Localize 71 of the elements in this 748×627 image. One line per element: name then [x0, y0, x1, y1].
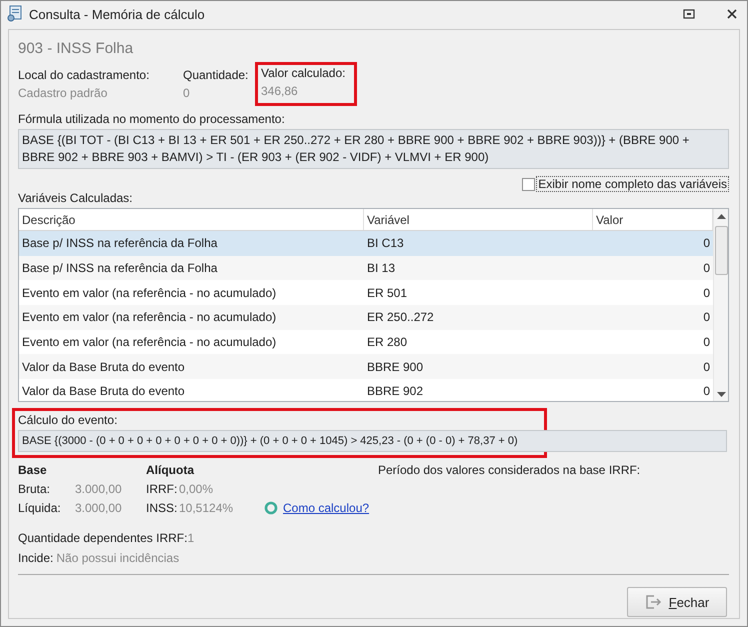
checkbox-box[interactable]	[522, 178, 536, 190]
table-cell-text: Base p/ INSS na referência da Folha	[21, 235, 218, 252]
field-value: 346,86	[261, 84, 299, 98]
table-cell-text: Base p/ INSS na referência da Folha	[21, 260, 218, 278]
field-value: 10,5124%	[179, 501, 234, 515]
table-cell-text: 0	[702, 309, 711, 326]
how-calculated-link[interactable]: Como calculou?	[283, 501, 370, 515]
field-value: 0,00%	[179, 482, 214, 496]
formula-box: BASE {(BI TOT - (BI C13 + BI 13 + ER 501 + ER 250..272 + ER 280 + BBRE 900 + BBRE 902 + BBRE 903))} + (BBRE 900 + BBRE 902 + BBRE 903 + BAMVI) > TI - (ER 903 + (ER 902 - VIDF) + VLMVI + ER 900)	[18, 129, 729, 169]
table-cell-text: BI 13	[366, 260, 396, 278]
period-label: Período dos valores considerados na base IRRF:	[378, 463, 640, 479]
table-cell-text: BBRE 902	[366, 383, 424, 400]
table-cell-text: ER 250..272	[366, 309, 435, 326]
field-value: Não possui incidências	[56, 551, 180, 565]
checkbox-label[interactable]: Exibir nome completo das variáveis	[536, 176, 729, 192]
column-title: Alíquota	[146, 463, 196, 477]
table-cell-text: ER 501	[366, 284, 408, 302]
table-cell-text: Evento em valor (na referência - no acumulado)	[21, 309, 278, 326]
table-cell-text: 0	[702, 383, 711, 400]
calculation-text: BASE {(3000 - (0 + 0 + 0 + 0 + 0 + 0 + 0 + 0))} + (0 + 0 + 0 + 1045) > 425,23 - (0 + (0 - 0) + 78,37 + 0)	[22, 435, 518, 447]
field-label: Bruta:	[18, 482, 52, 496]
scroll-down-icon[interactable]	[716, 392, 726, 397]
record-heading: 903 - INSS Folha	[18, 40, 134, 57]
table-row[interactable]: Evento em valor (na referência - no acumulado) ER 280 0	[19, 330, 713, 354]
table-cell-text: Valor da Base Bruta do evento	[21, 358, 186, 376]
scrollbar[interactable]	[713, 209, 728, 401]
field-label: INSS:	[146, 501, 178, 515]
field-value: 3.000,00	[75, 482, 122, 496]
table-cell-text: BI C13	[366, 235, 405, 252]
table-cell-text: 0	[702, 260, 711, 278]
table-cell-text: Valor da Base Bruta do evento	[21, 383, 186, 400]
scroll-thumb[interactable]	[714, 226, 728, 275]
field-value: Cadastro padrão	[18, 86, 108, 100]
window-title: Consulta - Memória de cálculo	[29, 6, 205, 22]
table-cell-text: ER 280	[366, 334, 408, 352]
field-label: Incide:	[18, 551, 54, 565]
column-header[interactable]: Variável	[364, 209, 593, 230]
table-cell-text: Evento em valor (na referência - no acumulado)	[21, 284, 278, 302]
table-cell-text: 0	[702, 358, 711, 376]
table-cell-text: 0	[702, 334, 711, 352]
field-value: 3.000,00	[75, 501, 122, 515]
section-label: Variáveis Calculadas:	[18, 191, 134, 205]
field-value: 1	[187, 531, 194, 545]
column-header[interactable]: Descrição	[19, 209, 364, 230]
field-value: 0	[183, 86, 191, 100]
field-label: Quantidade dependentes IRRF:	[18, 531, 188, 545]
field-label: Local do cadastramento:	[18, 68, 150, 82]
close-icon[interactable]	[727, 9, 737, 19]
table-row[interactable]: Base p/ INSS na referência da Folha BI C13 0	[19, 231, 713, 256]
restore-icon[interactable]	[683, 9, 695, 19]
field-label: Valor calculado:	[261, 66, 346, 80]
table-cell-text: BBRE 900	[366, 358, 424, 376]
field-label: Líquida:	[18, 501, 62, 515]
calculation-label: Cálculo do evento:	[18, 413, 118, 427]
close-button[interactable]: Fechar	[627, 587, 727, 617]
column-title: Base	[18, 463, 48, 477]
exit-icon	[644, 594, 663, 610]
field-label: Quantidade:	[183, 68, 250, 82]
field-label: IRRF:	[146, 482, 178, 496]
table-row[interactable]: Valor da Base Bruta do evento BBRE 902 0	[19, 379, 713, 404]
table-row[interactable]: Valor da Base Bruta do evento BBRE 900 0	[19, 354, 713, 380]
table-cell-text: 0	[702, 284, 711, 302]
table-cell-text: Evento em valor (na referência - no acumulado)	[21, 334, 278, 352]
table-row[interactable]: Base p/ INSS na referência da Folha BI 13 0	[19, 256, 713, 280]
table-cell-text: 0	[702, 235, 711, 252]
table-row[interactable]: Evento em valor (na referência - no acumulado) ER 501 0	[19, 280, 713, 306]
scroll-up-icon[interactable]	[716, 214, 726, 219]
formula-label: Fórmula utilizada no momento do processamento:	[18, 112, 286, 126]
table-row[interactable]: Evento em valor (na referência - no acumulado) ER 250..272 0	[19, 305, 713, 330]
ring-icon	[264, 501, 278, 515]
app-icon	[7, 5, 23, 23]
